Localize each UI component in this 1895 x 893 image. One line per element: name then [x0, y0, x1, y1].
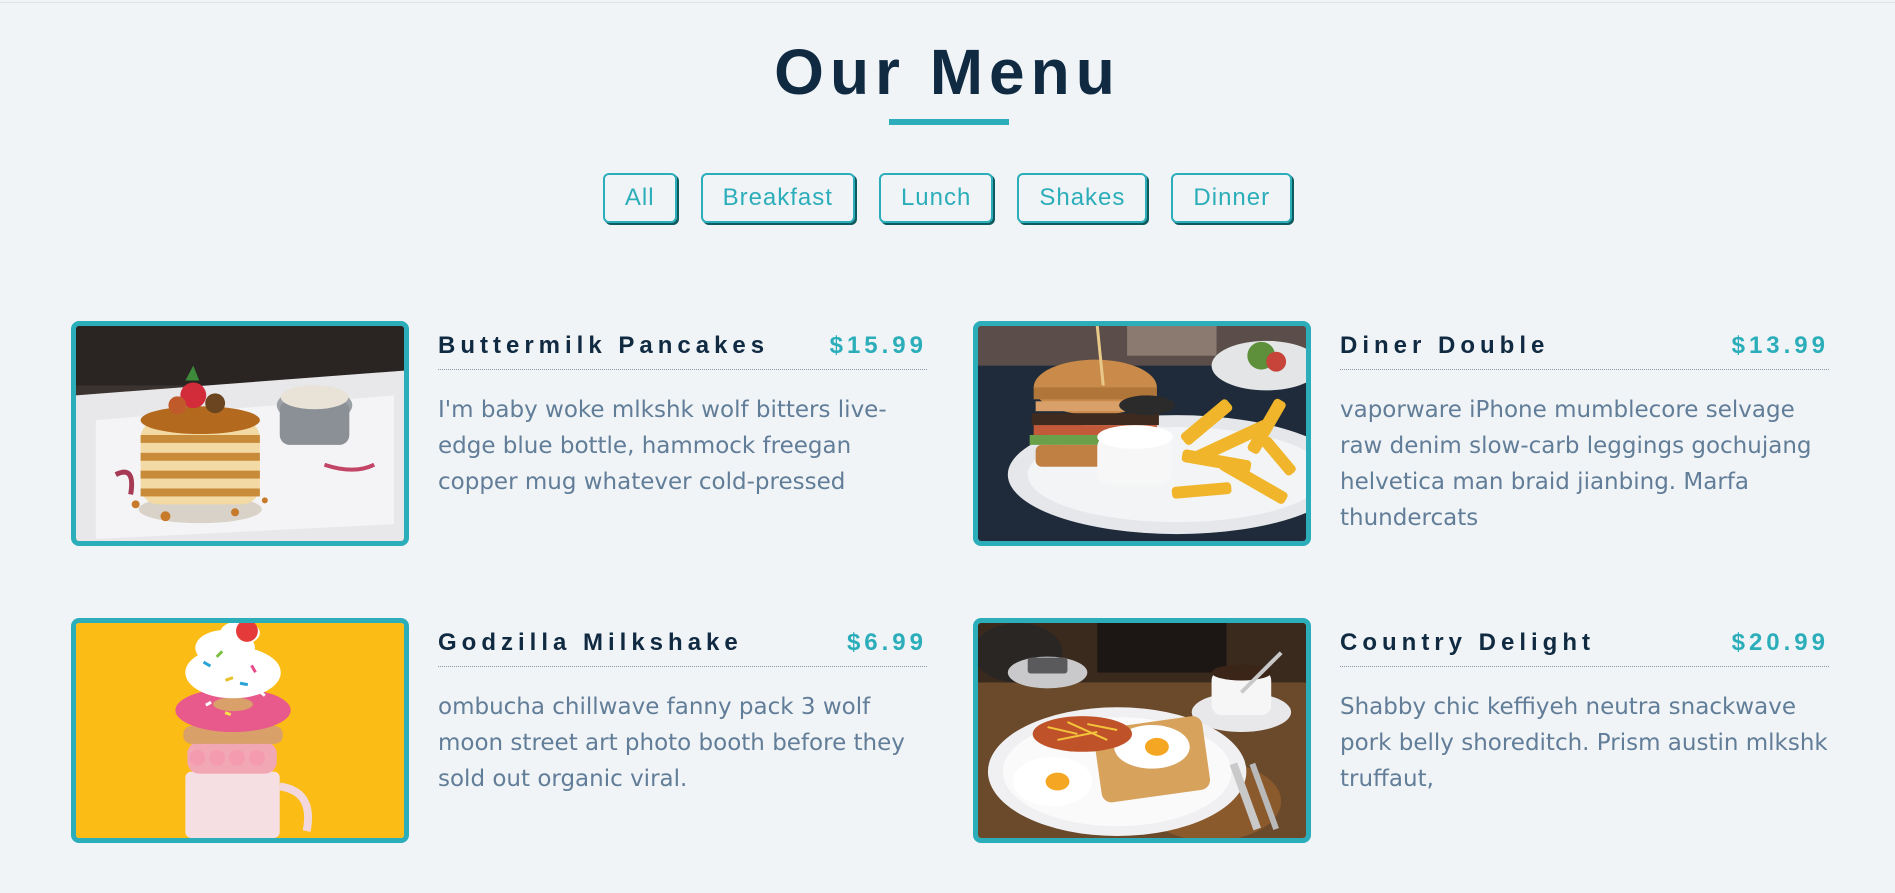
menu-item-header: Diner Double $13.99 — [1340, 329, 1829, 370]
menu-item: Buttermilk Pancakes $15.99 I'm baby woke… — [71, 321, 951, 546]
menu-item: Country Delight $20.99 Shabby chic keffi… — [973, 618, 1853, 843]
menu-item-info: Godzilla Milkshake $6.99 ombucha chillwa… — [438, 618, 927, 820]
menu-item-name: Diner Double — [1340, 332, 1550, 359]
menu-item-price: $6.99 — [846, 629, 927, 656]
filter-all-button[interactable]: All — [602, 173, 677, 223]
menu-item: Diner Double $13.99 vaporware iPhone mum… — [973, 321, 1853, 546]
menu-item-price: $15.99 — [829, 332, 927, 359]
menu-item-header: Country Delight $20.99 — [1340, 626, 1829, 667]
menu-item-info: Diner Double $13.99 vaporware iPhone mum… — [1340, 321, 1829, 559]
menu-item-description: Shabby chic keffiyeh neutra snackwave po… — [1340, 694, 1828, 792]
title-underline — [889, 119, 1009, 125]
pancakes-photo — [71, 321, 409, 546]
filter-breakfast-button[interactable]: Breakfast — [700, 173, 855, 223]
category-filters: All Breakfast Lunch Shakes Dinner — [0, 173, 1895, 223]
top-divider — [0, 2, 1895, 3]
menu-item-description: I'm baby woke mlkshk wolf bitters live-e… — [438, 397, 887, 495]
menu-item-description: ombucha chillwave fanny pack 3 wolf moon… — [438, 694, 905, 792]
menu-item-name: Country Delight — [1340, 629, 1595, 656]
milkshake-photo — [71, 618, 409, 843]
filter-dinner-button[interactable]: Dinner — [1171, 173, 1293, 223]
menu-item-info: Buttermilk Pancakes $15.99 I'm baby woke… — [438, 321, 927, 523]
menu-item-price: $13.99 — [1731, 332, 1829, 359]
menu-item-name: Godzilla Milkshake — [438, 629, 743, 656]
menu-item: Godzilla Milkshake $6.99 ombucha chillwa… — [71, 618, 951, 843]
page-title: Our Menu — [774, 36, 1121, 108]
menu-item-name: Buttermilk Pancakes — [438, 332, 770, 359]
menu-item-header: Buttermilk Pancakes $15.99 — [438, 329, 927, 370]
menu-item-description: vaporware iPhone mumblecore selvage raw … — [1340, 397, 1812, 531]
breakfast-plate-photo — [973, 618, 1311, 843]
menu-item-info: Country Delight $20.99 Shabby chic keffi… — [1340, 618, 1829, 820]
menu-item-price: $20.99 — [1731, 629, 1829, 656]
filter-shakes-button[interactable]: Shakes — [1017, 173, 1148, 223]
filter-lunch-button[interactable]: Lunch — [878, 173, 994, 223]
menu-item-header: Godzilla Milkshake $6.99 — [438, 626, 927, 667]
burger-photo — [973, 321, 1311, 546]
